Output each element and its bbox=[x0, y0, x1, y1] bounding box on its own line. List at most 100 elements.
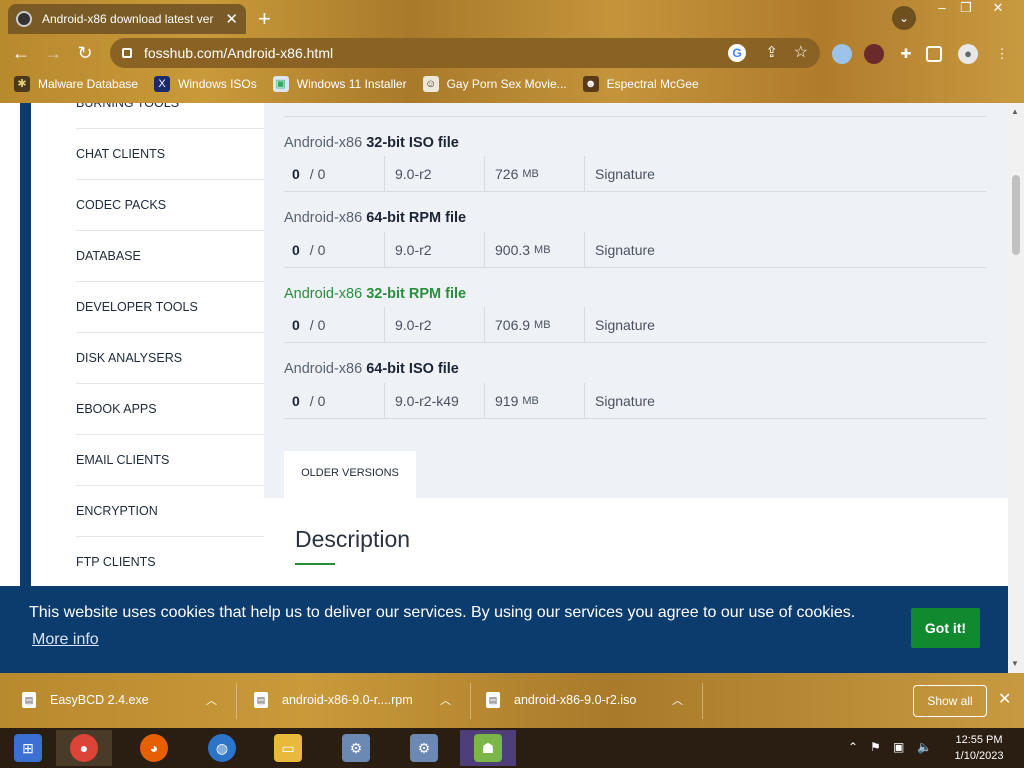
restore-button[interactable]: ❐ bbox=[952, 0, 980, 18]
chevron-up-icon[interactable]: ︿ bbox=[672, 692, 683, 708]
extensions-puzzle-icon[interactable]: ✚ bbox=[896, 44, 916, 64]
start-button[interactable]: ⊞ bbox=[0, 730, 56, 766]
bookmarks-bar: ✱ Malware Database X Windows ISOs ▣ Wind… bbox=[0, 72, 1024, 96]
browser-chrome: Android-x86 download latest ver ✕ + ⌄ – … bbox=[0, 0, 1024, 103]
bookmark-movie-site[interactable]: ☺ Gay Porn Sex Movie... bbox=[422, 76, 567, 92]
volume-icon[interactable]: 🔈 bbox=[917, 740, 932, 754]
sidebar-item-chat-clients[interactable]: Chat Clients bbox=[76, 129, 264, 180]
exe-file-icon: ▤ bbox=[22, 692, 36, 708]
bookmark-malware-database[interactable]: ✱ Malware Database bbox=[14, 76, 138, 92]
sidebar-item-burning-tools[interactable]: Burning Tools bbox=[76, 103, 264, 129]
firefox-icon: ◕ bbox=[140, 734, 168, 762]
description-heading: Description bbox=[295, 526, 411, 552]
bookmark-label: Windows ISOs bbox=[178, 77, 257, 91]
cookie-more-info-link[interactable]: More info bbox=[32, 631, 99, 649]
taskbar-file-explorer[interactable]: ▭ bbox=[260, 730, 316, 766]
side-panel-icon[interactable] bbox=[926, 46, 942, 62]
file-title[interactable]: Android-x86 64-bit ISO file bbox=[284, 361, 459, 377]
share-icon[interactable]: ⇪ bbox=[765, 43, 778, 61]
lock-icon[interactable] bbox=[122, 48, 132, 58]
tab-search-icon[interactable]: ⌄ bbox=[892, 6, 916, 30]
scroll-up-icon[interactable]: ▲ bbox=[1011, 107, 1019, 116]
new-tab-button[interactable]: + bbox=[258, 6, 271, 32]
show-all-downloads-button[interactable]: Show all bbox=[913, 685, 987, 717]
close-downloads-icon[interactable]: ✕ bbox=[998, 689, 1011, 709]
file-title-hovered[interactable]: Android-x86 32-bit RPM file bbox=[284, 286, 466, 302]
taskbar-app-users[interactable]: ☗ bbox=[460, 730, 516, 766]
bookmark-espectral-mcgee[interactable]: ☻ Espectral McGee bbox=[582, 76, 699, 92]
bookmark-label: Windows 11 Installer bbox=[296, 77, 407, 91]
sidebar-item-developer-tools[interactable]: Developer Tools bbox=[76, 282, 264, 333]
google-lens-icon[interactable]: G bbox=[728, 44, 746, 62]
profile-extension-icon[interactable] bbox=[864, 44, 884, 64]
file-row: 0/ 0 9.0-r2 706.9 MB Signature bbox=[284, 307, 986, 343]
taskbar-app-installer-2[interactable]: ⚙ bbox=[396, 730, 452, 766]
taskbar-app-globe[interactable]: ◍ bbox=[194, 730, 250, 766]
site-favicon-icon: ☺ bbox=[422, 76, 439, 92]
network-icon[interactable]: ▣ bbox=[893, 740, 904, 754]
file-title[interactable]: Android-x86 64-bit RPM file bbox=[284, 210, 466, 226]
chevron-up-icon[interactable]: ︿ bbox=[440, 692, 451, 708]
tray-chevron-icon[interactable]: ⌃ bbox=[848, 740, 858, 754]
bookmark-label: Espectral McGee bbox=[606, 77, 699, 91]
signature-link[interactable]: Signature bbox=[584, 307, 704, 343]
chevron-up-icon[interactable]: ︿ bbox=[206, 692, 217, 708]
size-cell: 919 MB bbox=[484, 383, 584, 419]
sidebar-item-codec-packs[interactable]: Codec Packs bbox=[76, 180, 264, 231]
menu-kebab-icon[interactable]: ⋮ bbox=[992, 44, 1012, 64]
windows-taskbar: ⊞ ● ◕ ◍ ▭ ⚙ ⚙ ☗ ⌃ ⚑ ▣ 🔈 12:55 PM 1/10/20… bbox=[0, 728, 1024, 768]
taskbar-app-installer[interactable]: ⚙ bbox=[328, 730, 384, 766]
download-item-iso[interactable]: ▤ android-x86-9.0-r2.iso ︿ bbox=[486, 683, 686, 717]
address-bar[interactable]: fosshub.com/Android-x86.html G ⇪ ☆ bbox=[110, 38, 820, 68]
size-cell: 726 MB bbox=[484, 156, 584, 192]
older-versions-tab[interactable]: OLDER VERSIONS bbox=[284, 451, 416, 499]
taskbar-chrome[interactable]: ● bbox=[56, 730, 112, 766]
version-cell: 9.0-r2 bbox=[384, 156, 484, 192]
extension-flag-icon[interactable] bbox=[832, 44, 852, 64]
sidebar-item-database[interactable]: Database bbox=[76, 231, 264, 282]
cookie-banner: This website uses cookies that help us t… bbox=[0, 586, 1008, 673]
sidebar-item-disk-analysers[interactable]: Disk Analysers bbox=[76, 333, 264, 384]
sidebar-item-ebook-apps[interactable]: eBook Apps bbox=[76, 384, 264, 435]
users-icon: ☗ bbox=[474, 734, 502, 762]
download-count: 0/ 0 bbox=[292, 393, 326, 409]
cookie-accept-button[interactable]: Got it! bbox=[911, 608, 980, 648]
download-item-rpm[interactable]: ▤ android-x86-9.0-r....rpm ︿ bbox=[254, 683, 454, 717]
profile-avatar-icon[interactable]: ● bbox=[958, 44, 978, 64]
file-title[interactable]: Android-x86 32-bit ISO file bbox=[284, 135, 459, 151]
reload-icon[interactable]: ↻ bbox=[72, 40, 98, 66]
back-icon[interactable]: ← bbox=[8, 40, 34, 66]
forward-icon[interactable]: → bbox=[40, 40, 66, 66]
bookmark-star-icon[interactable]: ☆ bbox=[794, 42, 808, 62]
download-filename: android-x86-9.0-r2.iso bbox=[514, 693, 637, 707]
image-icon: ▣ bbox=[272, 76, 289, 92]
rpm-file-icon: ▤ bbox=[254, 692, 268, 708]
sidebar-item-email-clients[interactable]: Email Clients bbox=[76, 435, 264, 486]
bookmark-windows-isos[interactable]: X Windows ISOs bbox=[154, 76, 257, 92]
page-scrollbar[interactable]: ▲ ▼ bbox=[1008, 103, 1024, 673]
download-count: 0/ 0 bbox=[292, 166, 326, 182]
signature-link[interactable]: Signature bbox=[584, 156, 704, 192]
face-icon: ☻ bbox=[582, 76, 599, 92]
sidebar-item-ftp-clients[interactable]: FTP Clients bbox=[76, 537, 264, 588]
scroll-thumb[interactable] bbox=[1012, 175, 1020, 255]
web-page: Burning Tools Chat Clients Codec Packs D… bbox=[0, 103, 1024, 673]
file-row: 0/ 0 9.0-r2 900.3 MB Signature bbox=[284, 232, 986, 268]
flag-icon[interactable]: ⚑ bbox=[870, 740, 881, 754]
signature-link[interactable]: Signature bbox=[584, 232, 704, 268]
signature-link[interactable]: Signature bbox=[584, 383, 704, 419]
sidebar-item-encryption[interactable]: Encryption bbox=[76, 486, 264, 537]
clock-date: 1/10/2023 bbox=[954, 750, 1004, 762]
bookmark-label: Malware Database bbox=[38, 77, 139, 91]
bookmark-windows-11-installer[interactable]: ▣ Windows 11 Installer bbox=[272, 76, 407, 92]
file-row-previous bbox=[284, 103, 986, 117]
clock-time: 12:55 PM bbox=[955, 734, 1003, 746]
download-item-easybcd[interactable]: ▤ EasyBCD 2.4.exe ︿ bbox=[22, 683, 222, 717]
version-cell: 9.0-r2 bbox=[384, 232, 484, 268]
close-window-button[interactable]: ✕ bbox=[984, 0, 1012, 18]
system-clock[interactable]: 12:55 PM 1/10/2023 bbox=[944, 732, 1014, 764]
active-tab[interactable]: Android-x86 download latest ver ✕ bbox=[8, 4, 246, 34]
taskbar-firefox[interactable]: ◕ bbox=[126, 730, 182, 766]
scroll-down-icon[interactable]: ▼ bbox=[1011, 659, 1019, 668]
tab-close-icon[interactable]: ✕ bbox=[225, 10, 238, 28]
